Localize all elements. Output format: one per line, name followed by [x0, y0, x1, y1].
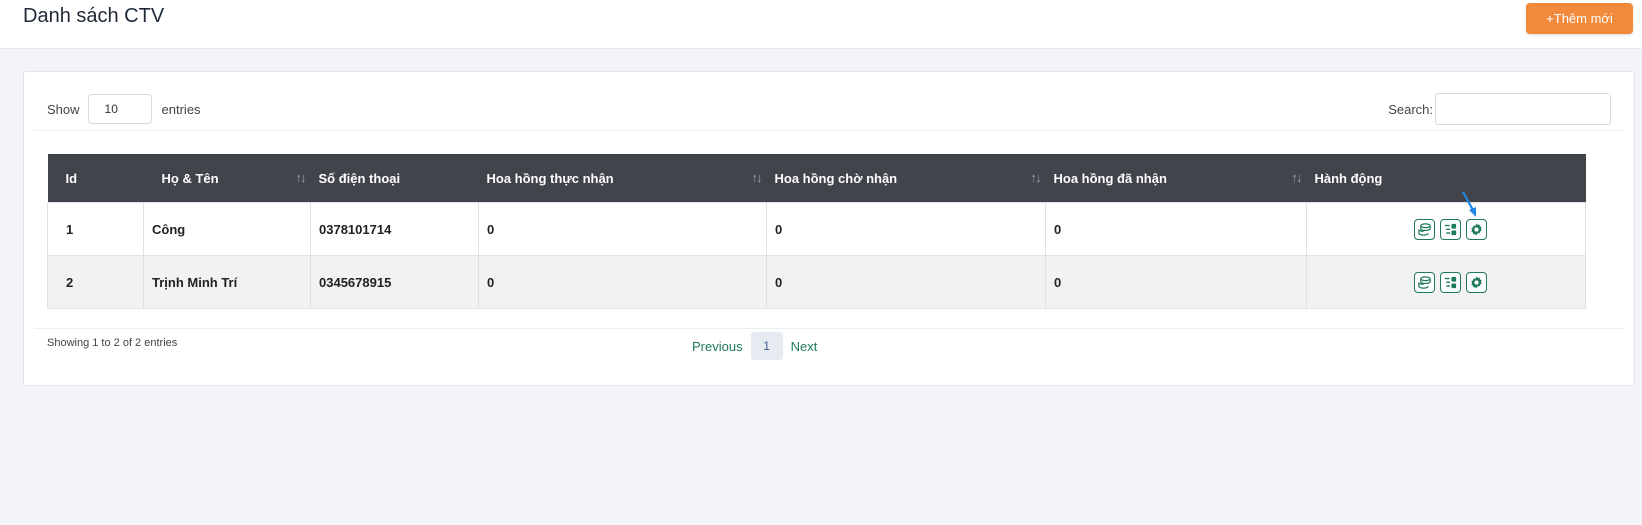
column-header-id[interactable]: Id: [47, 154, 144, 203]
pagination: Previous 1 Next: [684, 332, 825, 360]
table-row: 1 Công 0378101714 0 0 0: [47, 202, 1586, 256]
page-length-select[interactable]: 10: [87, 94, 152, 124]
cell-name: Trịnh Minh Trí: [143, 255, 311, 309]
top-divider: [34, 130, 1624, 131]
cell-pending-commission: 0: [766, 255, 1046, 309]
sort-icon: ↑↓: [1291, 170, 1303, 185]
list-detail-icon[interactable]: [1439, 271, 1461, 293]
column-header-pending-commission[interactable]: Hoa hồng chờ nhận ↑↓: [766, 154, 1046, 203]
cell-actual-commission: 0: [478, 202, 767, 256]
cell-phone: 0378101714: [310, 202, 479, 256]
next-page-link[interactable]: Next: [783, 339, 826, 354]
page-length-control: Show 10 entries: [47, 94, 201, 124]
coins-icon[interactable]: [1413, 271, 1435, 293]
column-header-name[interactable]: Họ & Tên ↑↓: [143, 154, 311, 203]
cell-received-commission: 0: [1045, 202, 1307, 256]
cell-phone: 0345678915: [310, 255, 479, 309]
column-header-phone[interactable]: Số điện thoại: [310, 154, 479, 203]
sort-icon: ↑↓: [1030, 170, 1042, 185]
page-1-button[interactable]: 1: [750, 332, 783, 360]
gear-icon[interactable]: [1465, 218, 1487, 240]
ctv-table-card: Show 10 entries Search: Id Họ & Tên ↑↓ Số…: [23, 71, 1635, 386]
cell-actual-commission: 0: [478, 255, 767, 309]
cell-received-commission: 0: [1045, 255, 1307, 309]
sort-icon: ↑↓: [295, 170, 307, 185]
add-new-button[interactable]: +Thêm mới: [1526, 3, 1633, 34]
list-detail-icon[interactable]: [1439, 218, 1461, 240]
cell-actions: [1306, 202, 1586, 256]
sort-icon: ↑↓: [751, 170, 763, 185]
cell-name: Công: [143, 202, 311, 256]
column-header-actions: Hành động: [1306, 154, 1586, 203]
column-header-actual-commission[interactable]: Hoa hồng thực nhận ↑↓: [478, 154, 767, 203]
table-row: 2 Trịnh Minh Trí 0345678915 0 0 0: [47, 255, 1586, 309]
pointer-arrow-icon: [1462, 191, 1476, 217]
table-header-row: Id Họ & Tên ↑↓ Số điện thoại Hoa hồng thự…: [47, 154, 1586, 203]
gear-icon[interactable]: [1465, 271, 1487, 293]
column-header-received-commission[interactable]: Hoa hồng đã nhận ↑↓: [1045, 154, 1307, 203]
show-label: Show: [47, 101, 80, 117]
cell-id: 1: [47, 202, 144, 256]
cell-pending-commission: 0: [766, 202, 1046, 256]
page-title: Danh sách CTV: [23, 5, 165, 27]
bottom-divider: [34, 328, 1624, 329]
table-info: Showing 1 to 2 of 2 entries: [47, 337, 178, 349]
cell-actions: [1306, 255, 1586, 309]
cell-id: 2: [47, 255, 144, 309]
entries-label: entries: [161, 101, 201, 117]
top-bar: Danh sách CTV +Thêm mới: [0, 0, 1642, 49]
search-control: Search:: [1388, 93, 1611, 125]
search-input[interactable]: [1435, 93, 1611, 125]
search-label: Search:: [1388, 101, 1433, 117]
previous-page-link[interactable]: Previous: [684, 339, 751, 354]
ctv-table: Id Họ & Tên ↑↓ Số điện thoại Hoa hồng thự…: [47, 154, 1586, 309]
coins-icon[interactable]: [1413, 218, 1435, 240]
